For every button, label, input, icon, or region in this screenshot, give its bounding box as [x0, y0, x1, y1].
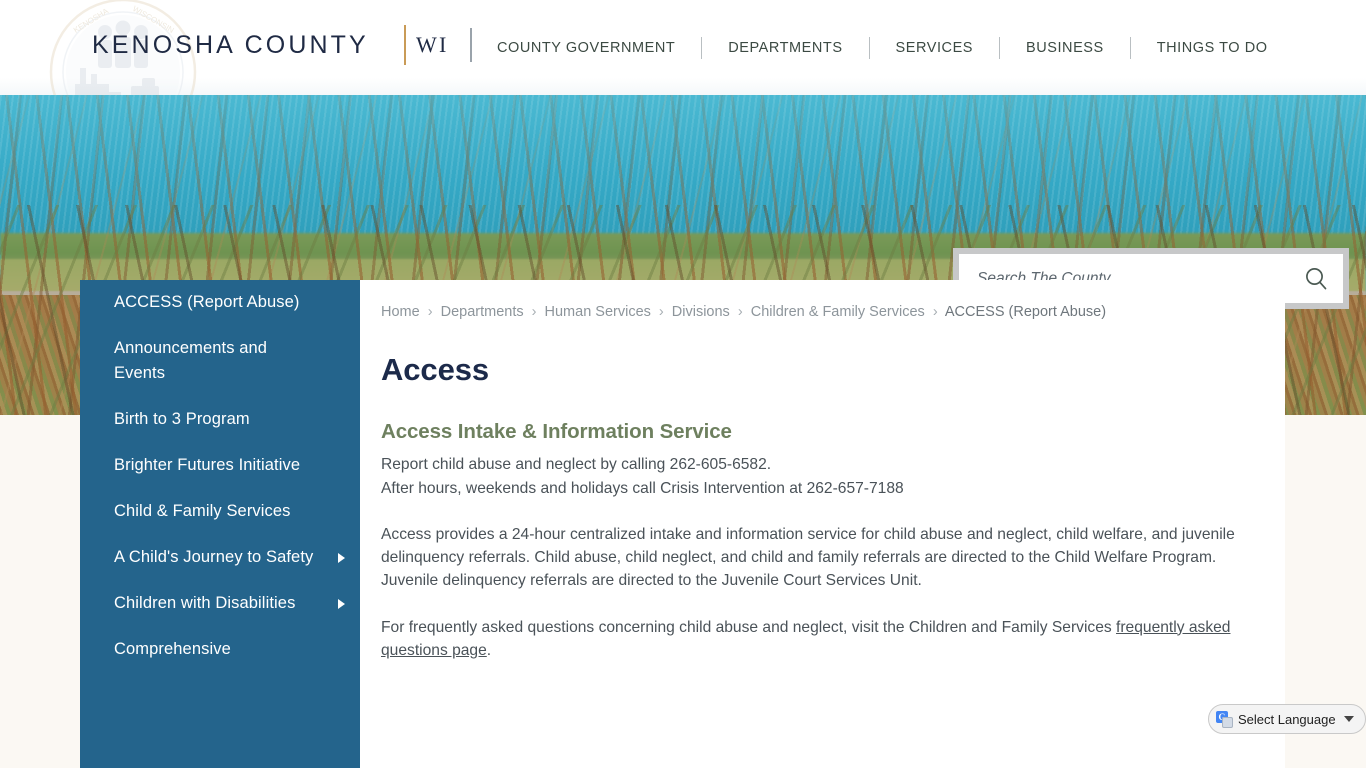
nav-item-things-to-do[interactable]: THINGS TO DO [1157, 40, 1268, 56]
breadcrumb-separator: › [658, 304, 664, 320]
site-header: KENOSHA WISCONSIN KENOSHA COUNTY WI COUN… [0, 0, 1366, 95]
nav-item-departments[interactable]: DEPARTMENTS [728, 40, 842, 56]
brand-wordmark[interactable]: KENOSHA COUNTY [92, 31, 369, 60]
main-content-card: Home › Departments › Human Services › Di… [360, 280, 1285, 768]
sidebar-item-label: Brighter Futures Initiative [114, 456, 301, 474]
breadcrumb-separator: › [427, 304, 433, 320]
breadcrumb-item-home[interactable]: Home [381, 304, 420, 320]
breadcrumb-item-children-and-family-services[interactable]: Children & Family Services [751, 304, 925, 320]
breadcrumb: Home › Departments › Human Services › Di… [381, 302, 1245, 322]
nav-separator [701, 37, 703, 59]
paragraph-faq-text-before: For frequently asked questions concernin… [381, 618, 1117, 636]
paragraph-faq: For frequently asked questions concernin… [381, 616, 1245, 662]
submenu-arrow-icon[interactable] [338, 553, 345, 563]
nav-separator [1129, 37, 1131, 59]
paragraph-access-description: Access provides a 24-hour centralized in… [381, 526, 1235, 590]
google-translate-icon: G [1216, 710, 1233, 728]
nav-separator [999, 37, 1001, 59]
brand-divider-gold [404, 25, 406, 65]
breadcrumb-item-current: ACCESS (Report Abuse) [944, 304, 1107, 320]
secondary-sidebar-navigation: ACCESS (Report Abuse) Announcements and … [80, 280, 360, 768]
sidebar-item-label: ACCESS (Report Abuse) [114, 293, 300, 311]
sidebar-item-label: Announcements and Events [114, 339, 268, 382]
search-icon [1306, 267, 1327, 289]
nav-item-services[interactable]: SERVICES [896, 40, 973, 56]
sidebar-item-label: Birth to 3 Program [114, 410, 250, 428]
paragraph-faq-text-after: . [486, 641, 492, 659]
search-submit-button[interactable] [1299, 262, 1333, 296]
breadcrumb-item-departments[interactable]: Departments [441, 304, 524, 320]
sidebar-item-label: Comprehensive [114, 640, 231, 658]
sidebar-item-label: Children with Disabilities [114, 594, 296, 612]
sidebar-item-label: Child & Family Services [114, 502, 291, 520]
breadcrumb-item-divisions[interactable]: Divisions [672, 304, 730, 320]
submenu-arrow-icon[interactable] [338, 599, 345, 609]
sidebar-item-access-report-abuse[interactable]: ACCESS (Report Abuse) [80, 280, 360, 326]
sidebar-item-child-and-family-services[interactable]: Child & Family Services [80, 489, 360, 535]
nav-separator [868, 37, 870, 59]
sidebar-item-birth-to-3-program[interactable]: Birth to 3 Program [80, 397, 360, 443]
report-phone-line: Report child abuse and neglect by callin… [381, 456, 772, 473]
sidebar-item-announcements-and-events[interactable]: Announcements and Events [80, 326, 360, 397]
after-hours-phone-line: After hours, weekends and holidays call … [381, 479, 904, 497]
nav-item-county-government[interactable]: COUNTY GOVERNMENT [497, 40, 675, 56]
chevron-down-icon[interactable] [1344, 716, 1354, 722]
brand-divider-gray [470, 28, 472, 62]
breadcrumb-separator: › [932, 304, 938, 320]
sidebar-item-comprehensive[interactable]: Comprehensive [80, 627, 360, 673]
brand-state-abbr: WI [416, 32, 449, 57]
page-title: Access [381, 352, 489, 387]
breadcrumb-item-human-services[interactable]: Human Services [545, 304, 651, 320]
sidebar-item-label: A Child's Journey to Safety [114, 548, 314, 566]
language-selector-label: Select Language [1238, 711, 1336, 727]
sidebar-item-children-with-disabilities[interactable]: Children with Disabilities [80, 581, 360, 627]
sidebar-item-brighter-futures-initiative[interactable]: Brighter Futures Initiative [80, 443, 360, 489]
breadcrumb-separator: › [531, 304, 537, 320]
sidebar-item-a-childs-journey-to-safety[interactable]: A Child's Journey to Safety [80, 535, 360, 581]
breadcrumb-separator: › [737, 304, 743, 320]
language-selector[interactable]: G Select Language [1208, 704, 1366, 734]
section-heading: Access Intake & Information Service [381, 420, 732, 443]
nav-item-business[interactable]: BUSINESS [1026, 40, 1104, 56]
main-navigation: COUNTY GOVERNMENT DEPARTMENTS SERVICES B… [497, 34, 1268, 62]
